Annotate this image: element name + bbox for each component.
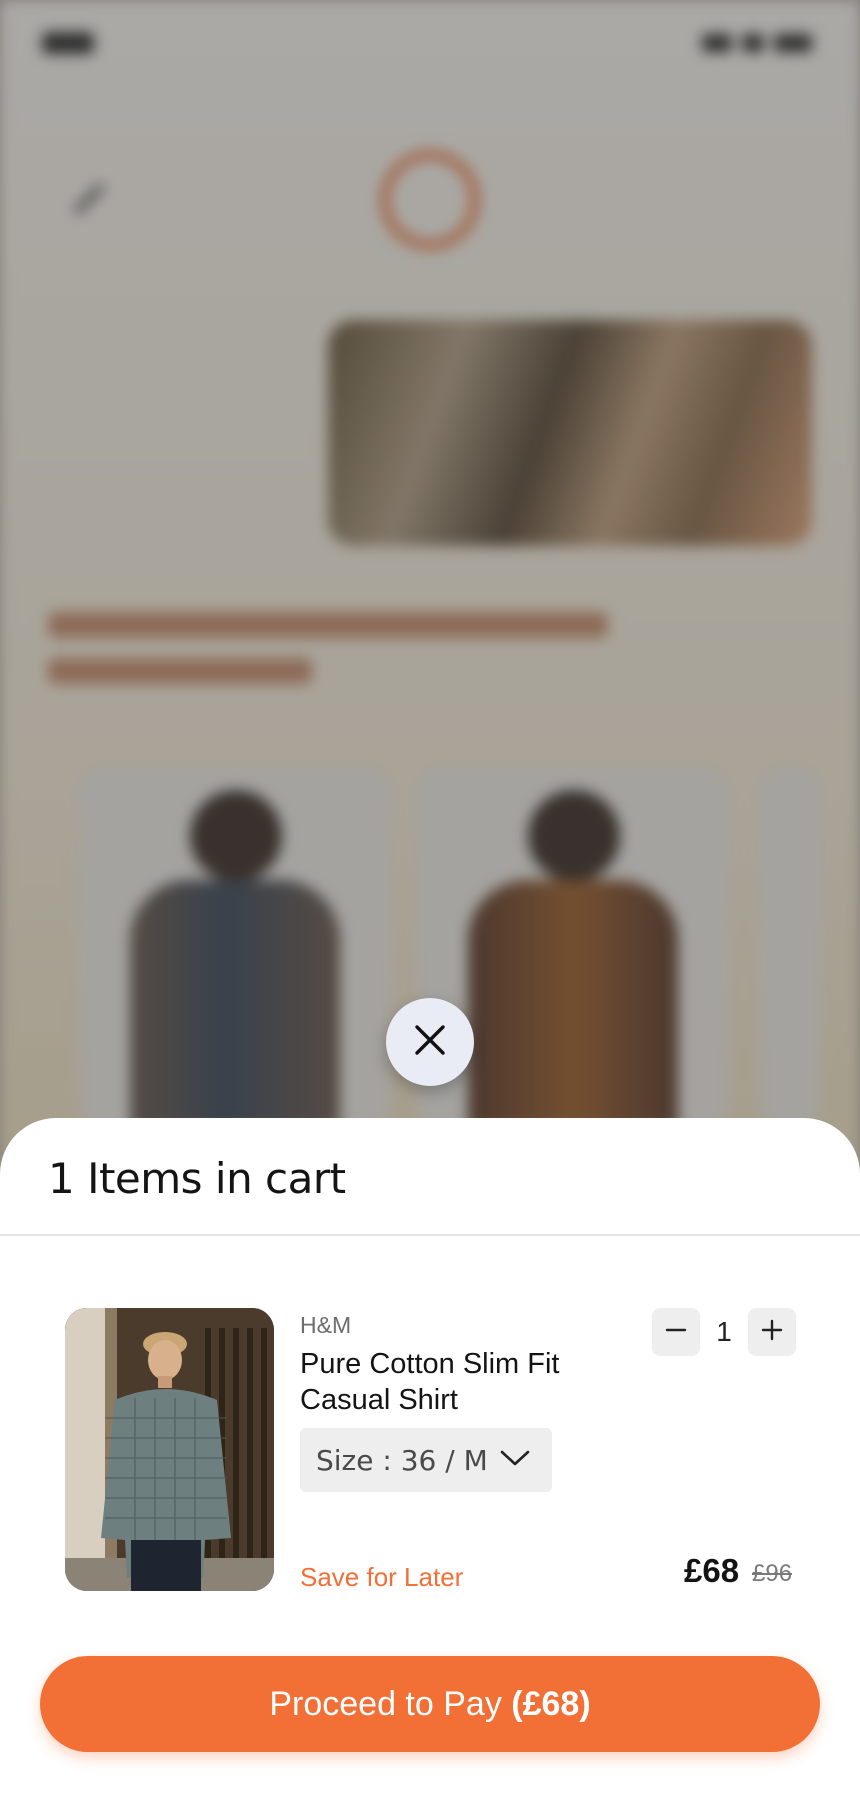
proceed-to-pay-amount: (£68) <box>511 1684 591 1723</box>
proceed-to-pay-button[interactable]: Proceed to Pay (£68) <box>40 1656 820 1752</box>
save-for-later-link[interactable]: Save for Later <box>300 1562 463 1593</box>
cart-title: 1 Items in cart <box>48 1154 346 1203</box>
product-name[interactable]: Pure Cotton Slim Fit Casual Shirt <box>300 1346 600 1418</box>
quantity-value: 1 <box>716 1316 732 1347</box>
close-button[interactable] <box>386 998 474 1086</box>
quantity-decrease-button[interactable] <box>652 1308 700 1356</box>
quantity-increase-button[interactable] <box>748 1308 796 1356</box>
product-brand: H&M <box>300 1312 352 1338</box>
size-selector[interactable]: Size : 36 / M <box>300 1428 552 1492</box>
minus-icon <box>664 1318 688 1347</box>
proceed-to-pay-label: Proceed to Pay <box>269 1684 512 1723</box>
chevron-down-icon <box>500 1449 530 1472</box>
close-icon <box>413 1023 447 1062</box>
product-image[interactable] <box>65 1308 274 1591</box>
divider <box>0 1234 860 1236</box>
plus-icon <box>760 1318 784 1347</box>
size-value: Size : 36 / M <box>316 1443 488 1477</box>
current-price: £68 <box>684 1552 740 1589</box>
original-price: £96 <box>752 1560 793 1587</box>
